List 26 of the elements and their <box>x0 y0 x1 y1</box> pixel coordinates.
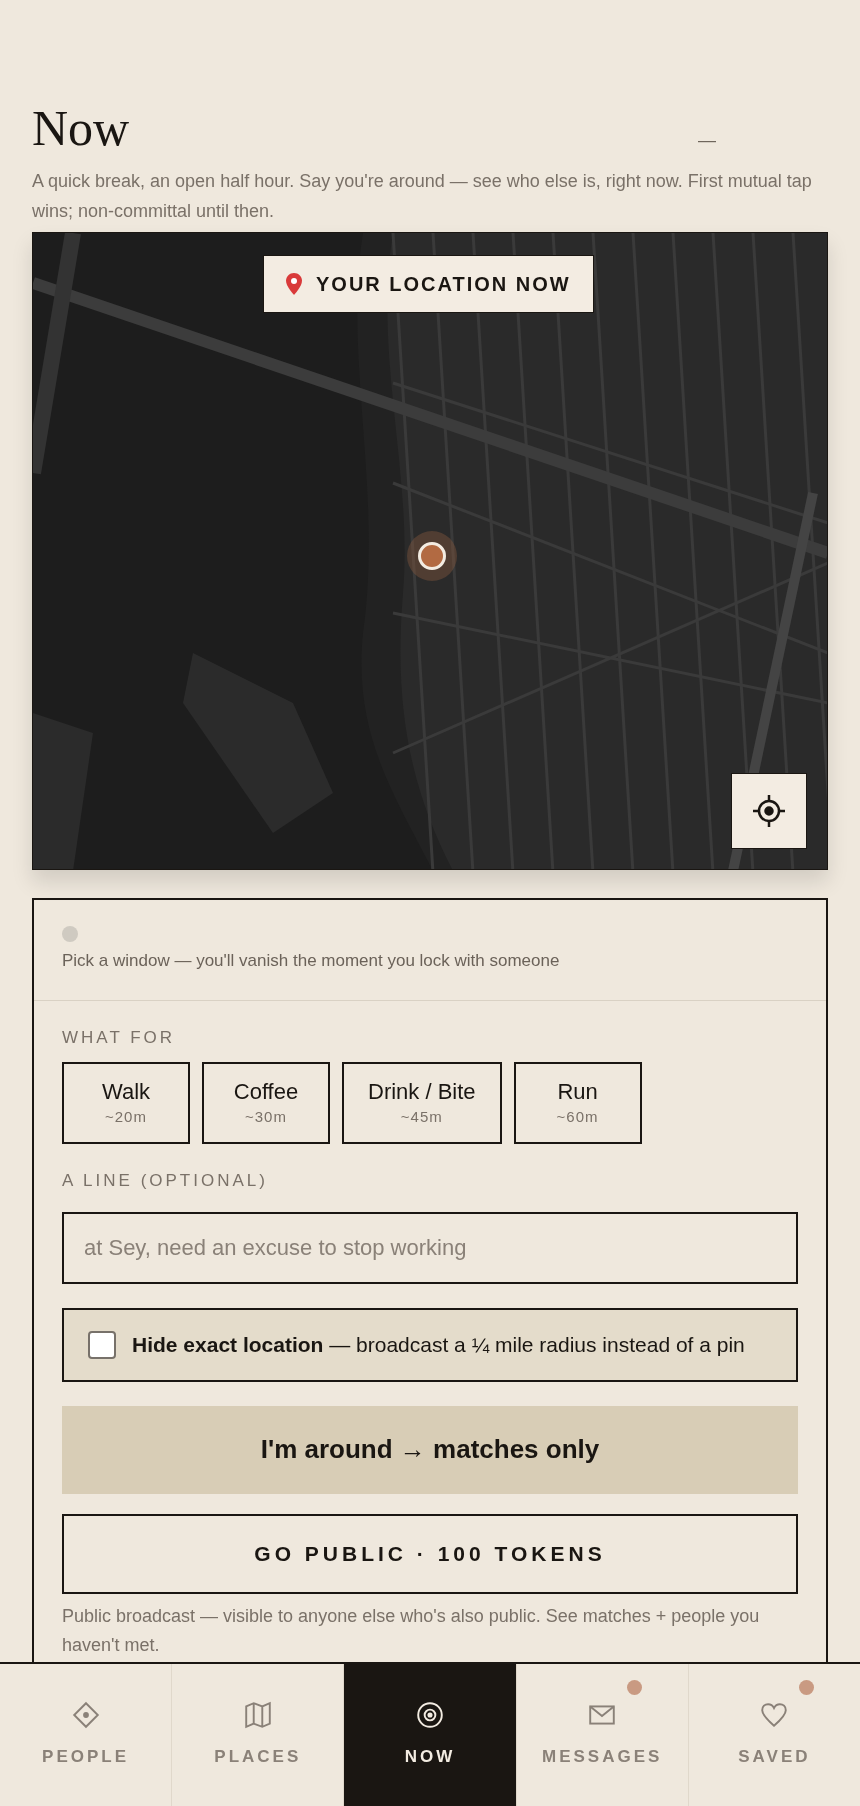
activity-option[interactable]: Drink / Bite ~45m <box>342 1062 502 1144</box>
go-public-button[interactable]: GO PUBLIC · 100 TOKENS <box>62 1513 798 1594</box>
hide-location-option[interactable]: Hide exact location — broadcast a ¼ mile radius instead of a pin <box>62 1307 798 1382</box>
intro-text: A quick break, an open half hour. Say you're around — see who else is, right now. First mutual tap wins; non-committal until then. <box>32 170 813 223</box>
dash-mark: — <box>698 129 716 152</box>
section-label: A LINE (OPTIONAL) <box>62 1170 269 1192</box>
target-icon <box>415 1700 445 1731</box>
pin-icon <box>286 273 302 295</box>
section-label: WHAT FOR <box>62 1026 177 1049</box>
hide-location-label: Hide exact location — broadcast a ¼ mile radius instead of a pin <box>132 1331 745 1358</box>
locate-button[interactable] <box>731 773 807 849</box>
location-marker <box>407 531 457 581</box>
status-hint: Pick a window — you'll vanish the moment you lock with someone <box>62 950 561 972</box>
public-note: Public broadcast — visible to anyone else who's also public. See matches + people you haven't met. <box>62 1604 761 1657</box>
around-button[interactable]: I'm around → matches only <box>62 1405 798 1494</box>
badge-label: YOUR LOCATION NOW <box>316 272 571 297</box>
nav-tab[interactable]: NOW <box>344 1664 517 1806</box>
page-title: Now <box>32 100 130 156</box>
activity-option[interactable]: Run ~60m <box>513 1062 642 1144</box>
activity-option[interactable]: Walk ~20m <box>62 1062 190 1144</box>
diamond-icon <box>70 1700 101 1731</box>
map-icon <box>242 1700 273 1731</box>
activity-option[interactable]: Coffee ~30m <box>202 1062 330 1144</box>
crosshair-icon <box>751 793 787 829</box>
line-input-field[interactable]: at Sey, need an excuse to stop working <box>62 1211 798 1284</box>
checkbox[interactable] <box>88 1330 116 1359</box>
